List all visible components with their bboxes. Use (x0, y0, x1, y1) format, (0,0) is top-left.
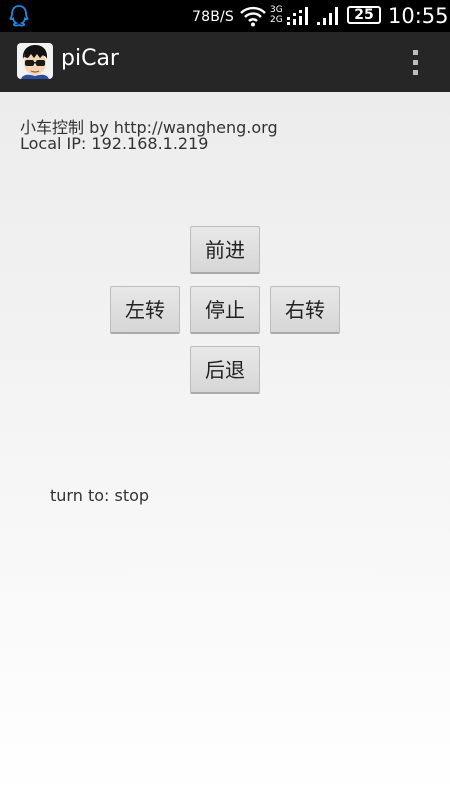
battery-level: 25 (354, 7, 374, 23)
clock-time: 10:55 (388, 4, 449, 28)
battery-icon: 25 (347, 6, 381, 24)
network-2g-label: 2G (270, 15, 283, 25)
local-ip-line: Local IP: 192.168.1.219 (20, 134, 209, 153)
app-title: piCar (61, 46, 119, 71)
action-bar: piCar (0, 32, 450, 92)
status-bar: 78B/S 3G 2G 25 10:55 (0, 0, 450, 32)
network-3g2g-icon: 3G 2G (270, 6, 312, 26)
main-content: 小车控制 by http://wangheng.org Local IP: 19… (0, 92, 450, 800)
network-3g-label: 3G (270, 5, 283, 15)
network-speed: 78B/S (192, 9, 235, 25)
signal-icon (317, 7, 338, 25)
app-avatar-icon[interactable] (17, 43, 53, 79)
qq-icon (9, 5, 29, 27)
turn-status-text: turn to: stop (50, 486, 150, 505)
overflow-menu-icon[interactable] (402, 42, 428, 82)
backward-button[interactable]: 后退 (190, 346, 260, 394)
forward-button[interactable]: 前进 (190, 226, 260, 274)
turn-left-button[interactable]: 左转 (110, 286, 180, 334)
stop-button[interactable]: 停止 (190, 286, 260, 334)
wifi-icon (240, 6, 266, 27)
turn-right-button[interactable]: 右转 (270, 286, 340, 334)
